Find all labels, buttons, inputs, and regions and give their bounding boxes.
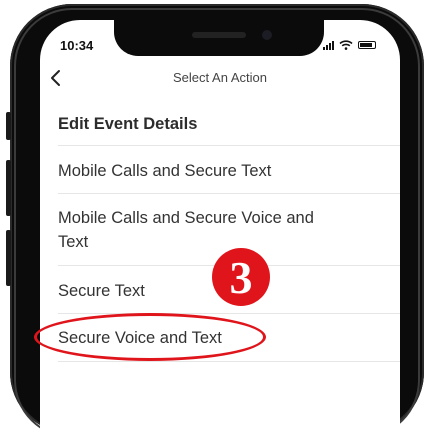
page-title: Select An Action <box>173 70 267 85</box>
step-number-badge: 3 <box>212 248 270 306</box>
nav-bar: Select An Action <box>40 62 400 96</box>
cellular-signal-icon <box>323 40 334 50</box>
phone-frame: 10:34 Select An Action Edit Event Detail… <box>0 0 432 440</box>
action-label: Mobile Calls and Secure Voice and Text <box>58 209 314 251</box>
speaker-grille <box>192 32 246 38</box>
volume-up-button <box>6 160 11 216</box>
front-camera <box>262 30 272 40</box>
highlight-ellipse <box>34 313 266 361</box>
status-time: 10:34 <box>60 38 94 53</box>
volume-down-button <box>6 230 11 286</box>
action-label: Mobile Calls and Secure Text <box>58 162 272 180</box>
action-mobile-calls-secure-text[interactable]: Mobile Calls and Secure Text <box>58 146 400 194</box>
battery-icon <box>358 41 376 49</box>
action-edit-event-details[interactable]: Edit Event Details <box>58 104 400 146</box>
phone-screen: 10:34 Select An Action Edit Event Detail… <box>40 20 400 440</box>
status-icons <box>323 40 376 50</box>
wifi-icon <box>339 40 353 50</box>
notch <box>114 20 324 56</box>
mute-switch <box>6 112 11 140</box>
action-label: Edit Event Details <box>58 115 198 133</box>
